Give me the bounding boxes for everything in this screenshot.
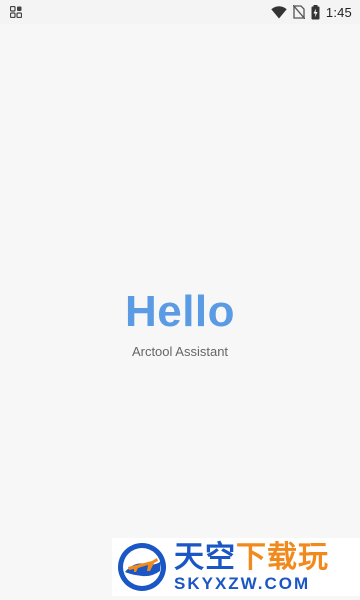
wifi-icon <box>271 5 287 19</box>
status-time: 1:45 <box>325 4 352 20</box>
battery-charging-icon <box>311 4 320 20</box>
app-screen: 1:45 Hello Arctool Assistant 天空下载玩 SKYXZ… <box>0 0 360 600</box>
main-content: Hello Arctool Assistant <box>0 24 360 600</box>
watermark-chinese-text: 天空下载玩 <box>174 539 329 575</box>
no-sim-icon <box>292 5 305 19</box>
watermark-cn-part2: 下载玩 <box>236 539 329 575</box>
app-subtitle: Arctool Assistant <box>131 344 229 359</box>
hello-title: Hello <box>124 287 236 336</box>
watermark-cn-part1: 天空 <box>174 539 236 575</box>
site-logo <box>116 541 168 593</box>
watermark-domain: SKYXZW.COM <box>174 573 311 593</box>
site-watermark: 天空下载玩 SKYXZW.COM <box>112 538 360 596</box>
status-bar: 1:45 <box>0 0 360 24</box>
notification-app-icon <box>10 6 22 18</box>
